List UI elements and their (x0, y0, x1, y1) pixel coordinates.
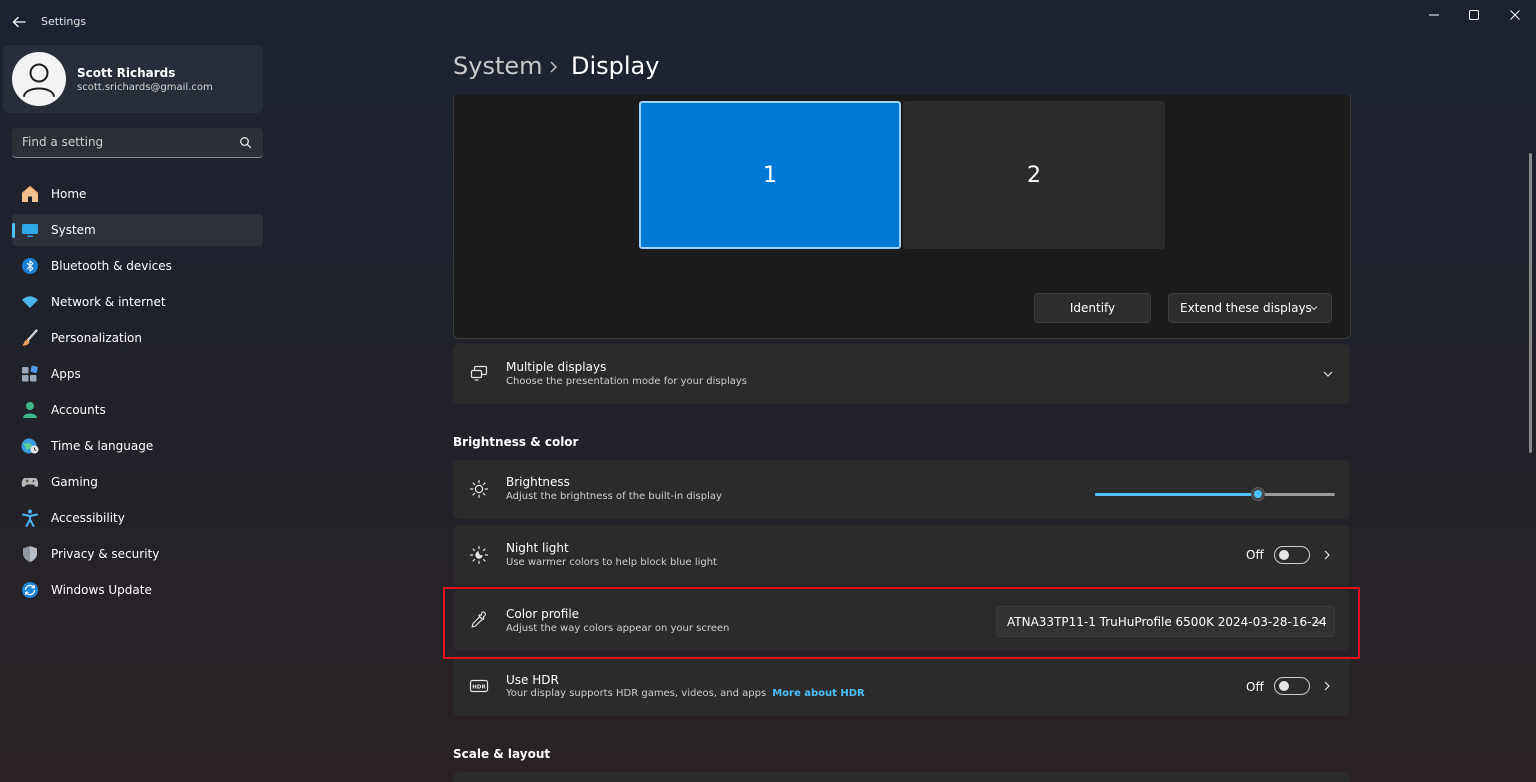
accounts-icon (23, 402, 37, 418)
apps-icon (22, 365, 38, 382)
svg-text:HDR: HDR (472, 685, 486, 691)
multiple-displays-icon (470, 365, 488, 381)
hdr-state: Off (1246, 680, 1264, 694)
user-email: scott.srichards@gmail.com (77, 82, 213, 93)
sidebar-item-label: System (51, 223, 96, 237)
sidebar-item-apps[interactable]: Apps (12, 358, 263, 390)
avatar (12, 52, 66, 106)
highlight-box (443, 587, 1360, 659)
brightness-card: Brightness Adjust the brightness of the … (453, 460, 1350, 519)
breadcrumb-system-link[interactable]: System (453, 52, 543, 80)
sidebar-item-personalization[interactable]: Personalization (12, 322, 263, 354)
close-icon[interactable] (1506, 6, 1524, 24)
globe-clock-icon (21, 438, 39, 454)
bluetooth-icon (22, 258, 38, 274)
sidebar-item-system[interactable]: System (12, 214, 263, 246)
user-avatar-icon (23, 63, 55, 97)
sidebar-item-accounts[interactable]: Accounts (12, 394, 263, 426)
chevron-right-icon (550, 61, 557, 73)
sidebar-item-home[interactable]: Home (12, 178, 263, 210)
active-indicator (12, 223, 15, 238)
user-name: Scott Richards (77, 66, 176, 80)
display-mode-dropdown[interactable]: Extend these displays (1168, 293, 1332, 323)
slider-thumb[interactable] (1251, 487, 1266, 501)
wifi-icon (22, 296, 38, 308)
chevron-right-icon[interactable] (1323, 680, 1331, 692)
card-title: Brightness (506, 475, 570, 489)
display-arrangement-panel: 1 2 Identify Extend these displays (453, 95, 1351, 339)
card-title: Multiple displays (506, 360, 607, 374)
sidebar-item-label: Windows Update (51, 583, 152, 597)
chevron-right-icon[interactable] (1323, 549, 1331, 561)
card-title: Night light (506, 541, 569, 555)
card-subtitle: Adjust the brightness of the built-in di… (506, 491, 722, 502)
page-title: Display (571, 52, 660, 80)
title-bar: Settings (0, 0, 1536, 44)
card-subtitle: Use warmer colors to help block blue lig… (506, 557, 717, 568)
chevron-down-icon[interactable] (1322, 370, 1334, 378)
sidebar-item-label: Accounts (51, 403, 106, 417)
hdr-toggle[interactable] (1274, 677, 1310, 695)
scrollbar[interactable] (1529, 153, 1532, 453)
monitor-1-tile[interactable]: 1 (639, 101, 901, 249)
user-profile-card[interactable]: Scott Richards scott.srichards@gmail.com (3, 45, 263, 113)
card-subtitle: Your display supports HDR games, videos,… (506, 688, 865, 699)
brightness-slider[interactable] (1095, 487, 1335, 501)
update-icon (22, 582, 38, 598)
sidebar-item-windows-update[interactable]: Windows Update (12, 574, 263, 606)
night-light-icon (469, 545, 489, 565)
scale-card-partial (453, 772, 1350, 782)
gamepad-icon (21, 478, 39, 487)
sidebar-item-label: Personalization (51, 331, 142, 345)
system-icon (22, 224, 38, 237)
night-light-card[interactable]: Night light Use warmer colors to help bl… (453, 525, 1350, 585)
use-hdr-card[interactable]: HDR Use HDR Your display supports HDR ga… (453, 656, 1350, 716)
hdr-icon: HDR (469, 679, 489, 693)
search-box (12, 128, 263, 158)
sidebar-item-accessibility[interactable]: Accessibility (12, 502, 263, 534)
section-title-scale-layout: Scale & layout (453, 747, 551, 761)
card-subtitle: Choose the presentation mode for your di… (506, 376, 748, 387)
app-title: Settings (41, 15, 87, 28)
accessibility-icon (22, 509, 38, 527)
more-about-hdr-link[interactable]: More about HDR (772, 688, 865, 699)
sidebar-item-label: Home (51, 187, 87, 201)
chevron-down-icon (1310, 306, 1318, 311)
search-input[interactable] (12, 128, 232, 156)
sidebar-item-label: Network & internet (51, 295, 166, 309)
sidebar-item-label: Accessibility (51, 511, 125, 525)
sun-icon (469, 479, 489, 499)
sidebar-item-network[interactable]: Network & internet (12, 286, 263, 318)
minimize-icon[interactable] (1425, 6, 1443, 24)
maximize-icon[interactable] (1465, 6, 1483, 24)
brush-icon (22, 329, 38, 346)
sidebar-item-label: Privacy & security (51, 547, 160, 561)
multiple-displays-card[interactable]: Multiple displays Choose the presentatio… (453, 344, 1350, 404)
home-icon (21, 185, 39, 202)
sidebar-item-label: Bluetooth & devices (51, 259, 172, 273)
display-mode-value: Extend these displays (1180, 301, 1312, 315)
slider-fill (1095, 493, 1259, 496)
card-title: Use HDR (506, 673, 559, 687)
section-title-brightness-color: Brightness & color (453, 435, 579, 449)
back-arrow-icon[interactable] (10, 13, 28, 31)
hdr-subtitle-text: Your display supports HDR games, videos,… (506, 688, 767, 699)
sidebar-item-privacy-security[interactable]: Privacy & security (12, 538, 263, 570)
sidebar-item-label: Time & language (51, 439, 154, 453)
sidebar-item-gaming[interactable]: Gaming (12, 466, 263, 498)
sidebar-item-label: Gaming (51, 475, 98, 489)
night-light-state: Off (1246, 548, 1264, 562)
night-light-toggle[interactable] (1274, 546, 1310, 564)
identify-button[interactable]: Identify (1034, 293, 1151, 323)
monitor-2-tile[interactable]: 2 (903, 101, 1165, 249)
sidebar-item-time-language[interactable]: Time & language (12, 430, 263, 462)
sidebar-item-bluetooth[interactable]: Bluetooth & devices (12, 250, 263, 282)
search-icon[interactable] (239, 136, 252, 149)
shield-icon (23, 546, 37, 562)
sidebar-item-label: Apps (51, 367, 81, 381)
